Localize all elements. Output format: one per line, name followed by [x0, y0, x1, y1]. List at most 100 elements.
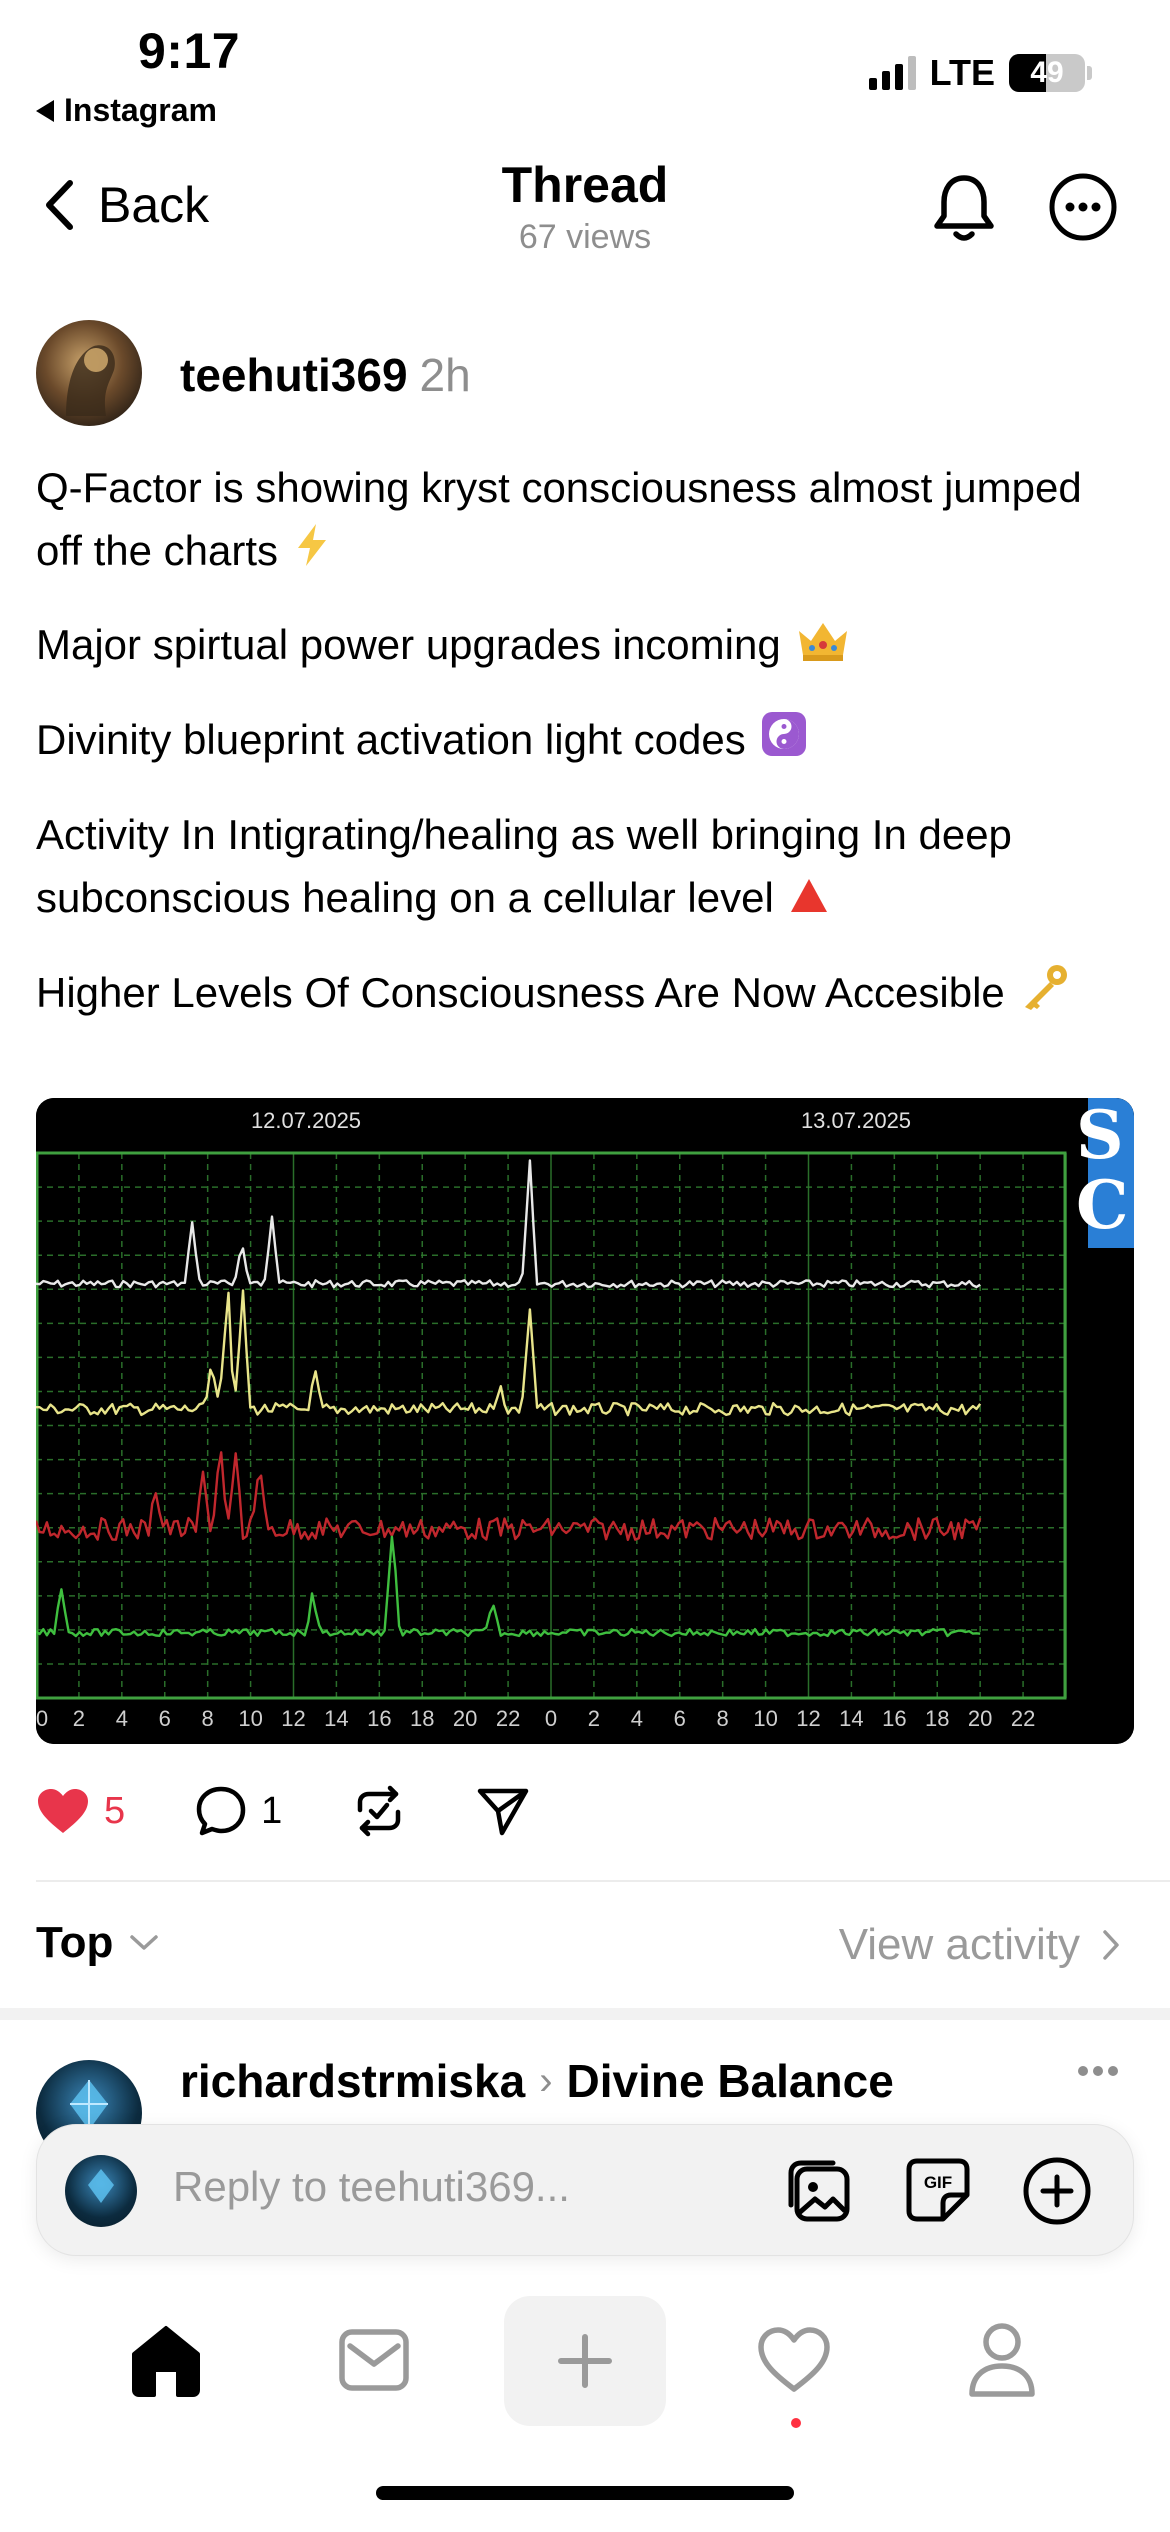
chevron-down-icon — [130, 1935, 159, 1950]
chart-x-tick: 2 — [73, 1706, 85, 1731]
chart-x-tick: 20 — [453, 1706, 477, 1731]
status-indicators: LTE 49 — [868, 52, 1092, 94]
post-line: Activity In Intigrating/healing as well … — [36, 803, 1136, 932]
like-count: 5 — [104, 1789, 126, 1832]
chevron-right-icon: › — [539, 2058, 553, 2103]
comment-count: 1 — [261, 1789, 283, 1832]
post-actions: 5 1 — [36, 1784, 600, 1838]
chart-x-tick: 20 — [968, 1706, 992, 1731]
tab-activity[interactable] — [756, 2326, 832, 2399]
repost-icon — [358, 1785, 401, 1837]
chart-x-tick: 6 — [674, 1706, 686, 1731]
chart-date-label: 13.07.2025 — [801, 1108, 911, 1133]
view-activity-link[interactable]: View activity — [839, 1920, 1120, 1970]
more-circle-icon — [1049, 173, 1117, 241]
battery-icon: 49 — [1009, 54, 1092, 92]
chart-watermark-letter: C — [1076, 1166, 1129, 1244]
home-icon — [132, 2326, 200, 2397]
chart-watermark-letter: S — [1076, 1098, 1124, 1174]
red-triangle-emoji — [788, 870, 830, 933]
tab-profile[interactable] — [966, 2320, 1038, 2405]
comment-button[interactable]: 1 — [195, 1785, 282, 1837]
chart-x-tick: 0 — [545, 1706, 557, 1731]
attach-photo-button[interactable] — [783, 2155, 853, 2230]
cellular-signal-icon — [868, 56, 916, 90]
profile-icon — [969, 2323, 1035, 2397]
chart-x-tick: 0 — [36, 1706, 48, 1731]
heart-outline-icon — [758, 2327, 830, 2392]
chart-x-tick: 4 — [116, 1706, 128, 1731]
crown-emoji — [795, 617, 851, 680]
chart-x-tick: 12 — [281, 1706, 305, 1731]
back-to-app[interactable]: Instagram — [36, 92, 217, 129]
ellipsis-icon — [1078, 2066, 1118, 2076]
chart-x-tick: 12 — [796, 1706, 820, 1731]
heart-filled-icon — [38, 1789, 88, 1833]
reply-community: Divine Balance — [566, 2055, 894, 2107]
gif-icon: GIF — [906, 2158, 970, 2222]
chart-x-tick: 8 — [202, 1706, 214, 1731]
reply-more-button[interactable] — [1076, 2064, 1120, 2083]
plus-icon — [558, 2334, 612, 2388]
key-emoji — [1019, 962, 1071, 1029]
chart-date-label: 12.07.2025 — [251, 1108, 361, 1133]
like-button[interactable]: 5 — [36, 1787, 125, 1835]
more-options-button[interactable] — [1048, 172, 1118, 247]
post-body: Q-Factor is showing kryst consciousness … — [36, 456, 1136, 1057]
share-button[interactable] — [476, 1785, 530, 1837]
repost-button[interactable] — [352, 1784, 406, 1838]
view-activity-label: View activity — [838, 1920, 1080, 1969]
tab-new-post[interactable] — [504, 2296, 666, 2426]
chart-x-tick: 10 — [238, 1706, 262, 1731]
home-indicator — [376, 2486, 794, 2500]
post-image-chart[interactable]: 12.07.2025 13.07.2025 0 2 4 6 8 10 12 14 16 18 20 22 0… — [36, 1098, 1134, 1744]
send-icon — [478, 1788, 529, 1836]
svg-text:GIF: GIF — [924, 2173, 952, 2192]
notifications-button[interactable] — [928, 170, 1000, 251]
author-username[interactable]: teehuti369 2h — [180, 348, 471, 402]
divider — [36, 1880, 1170, 1882]
inbox-icon — [339, 2329, 409, 2391]
chart-x-tick: 22 — [1011, 1706, 1035, 1731]
avatar-image — [66, 345, 115, 416]
chart-x-tick: 10 — [753, 1706, 777, 1731]
chart-x-tick: 14 — [324, 1706, 348, 1731]
bell-icon — [934, 175, 994, 241]
back-triangle-icon — [36, 99, 54, 122]
post-line: Major spirtual power upgrades incoming — [36, 613, 1136, 679]
chart-x-tick: 16 — [367, 1706, 391, 1731]
chart-x-tick: 8 — [717, 1706, 729, 1731]
section-divider — [0, 2008, 1170, 2020]
chart-background — [36, 1098, 1134, 1744]
chart-x-tick: 4 — [631, 1706, 643, 1731]
reply-input[interactable] — [173, 2163, 693, 2211]
photo-gallery-icon — [788, 2160, 850, 2222]
chart-x-tick: 22 — [496, 1706, 520, 1731]
network-type: LTE — [929, 52, 995, 93]
chart-x-tick: 6 — [159, 1706, 171, 1731]
author-username-text: teehuti369 — [180, 349, 408, 401]
status-time: 9:17 — [138, 23, 241, 79]
reply-header[interactable]: richardstrmiska › Divine Balance — [180, 2054, 894, 2108]
sort-dropdown[interactable]: Top — [36, 1918, 159, 1968]
back-to-app-label: Instagram — [64, 92, 217, 128]
battery-level: 49 — [1030, 56, 1064, 89]
comment-icon — [196, 1786, 246, 1836]
tab-home[interactable] — [128, 2322, 204, 2403]
post-line: Q-Factor is showing kryst consciousness … — [36, 456, 1136, 585]
chevron-right-icon — [1103, 1930, 1119, 1960]
activity-notification-dot — [791, 2418, 801, 2428]
plus-circle-icon — [1023, 2157, 1091, 2225]
reply-username: richardstrmiska — [180, 2055, 526, 2107]
post-line: Divinity blueprint activation light code… — [36, 708, 1136, 775]
sort-label: Top — [36, 1918, 114, 1967]
tab-inbox[interactable] — [338, 2328, 410, 2397]
reply-composer: GIF — [36, 2124, 1134, 2256]
add-more-button[interactable] — [1021, 2155, 1093, 2232]
post-time: 2h — [419, 349, 471, 401]
author-avatar[interactable] — [36, 320, 142, 426]
lightning-emoji — [292, 522, 332, 585]
yin-yang-emoji — [760, 710, 808, 775]
chart-x-tick: 14 — [839, 1706, 863, 1731]
attach-gif-button[interactable]: GIF — [903, 2155, 973, 2230]
